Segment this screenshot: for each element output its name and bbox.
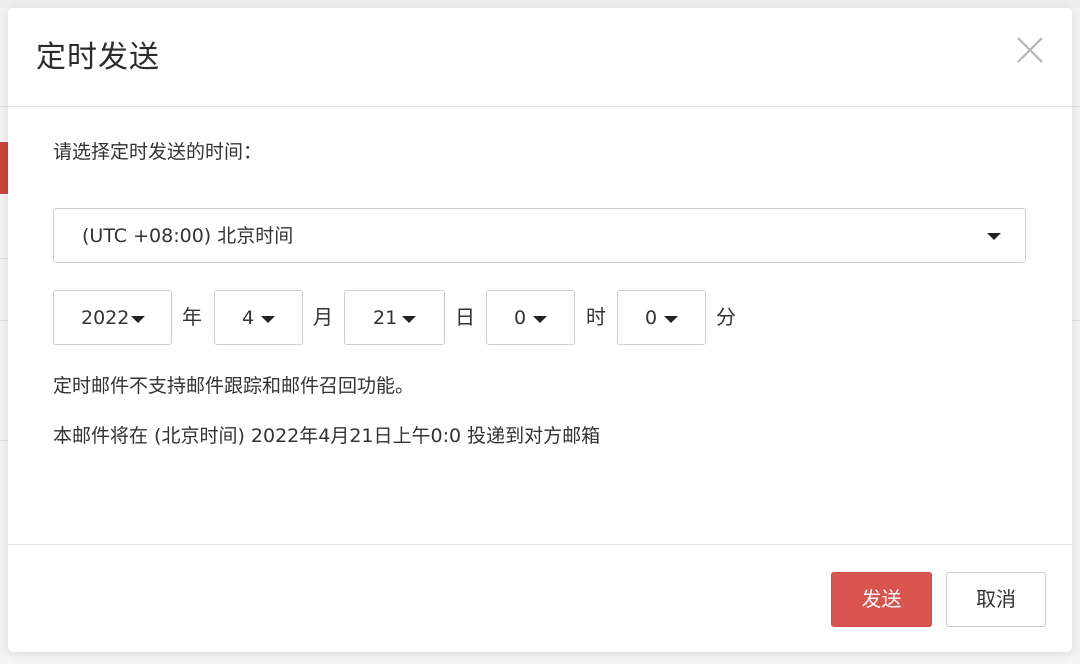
minute-value: 0 [645,307,658,329]
timezone-select[interactable]: (UTC +08:00) 北京时间 [53,208,1026,263]
year-value: 2022 [81,307,130,329]
dialog-body: 请选择定时发送的时间： (UTC +08:00) 北京时间 2022 年 4 月… [8,107,1072,544]
background-divider [1072,320,1080,321]
month-value: 4 [242,307,255,329]
schedule-send-dialog: 定时发送 请选择定时发送的时间： (UTC +08:00) 北京时间 2022 … [8,8,1072,652]
dialog-header: 定时发送 [8,8,1072,107]
close-button[interactable] [1014,34,1046,66]
background-active-tab [0,142,8,194]
year-unit-label: 年 [182,305,202,329]
delivery-summary: 本邮件将在 (北京时间) 2022年4月21日上午0:0 投递到对方邮箱 [53,425,601,447]
background-divider [0,106,8,107]
send-button[interactable]: 发送 [831,572,932,627]
minute-select[interactable]: 0 [617,290,706,345]
hour-select[interactable]: 0 [486,290,575,345]
day-value: 21 [373,307,398,329]
month-select[interactable]: 4 [214,290,303,345]
year-select[interactable]: 2022 [53,290,172,345]
prompt-text: 请选择定时发送的时间： [53,141,263,163]
background-footer [0,652,1080,664]
caret-down-icon [402,316,416,323]
hour-value: 0 [514,307,527,329]
caret-down-icon [131,316,145,323]
background-divider [1072,106,1080,107]
day-select[interactable]: 21 [344,290,445,345]
month-unit-label: 月 [313,305,333,329]
background-divider [0,320,8,321]
cancel-button[interactable]: 取消 [946,572,1046,627]
background-divider [0,258,8,259]
timezone-value: (UTC +08:00) 北京时间 [82,225,294,247]
dialog-footer: 发送 取消 [8,544,1072,652]
hour-unit-label: 时 [586,305,606,329]
minute-unit-label: 分 [716,305,736,329]
caret-down-icon [261,316,275,323]
close-icon [1017,37,1043,63]
dialog-title: 定时发送 [36,40,160,75]
caret-down-icon [664,316,678,323]
notice-text: 定时邮件不支持邮件跟踪和邮件召回功能。 [53,375,415,397]
day-unit-label: 日 [455,305,475,329]
background-divider [0,440,8,441]
background-topbar [0,0,1080,8]
caret-down-icon [987,233,1001,240]
caret-down-icon [533,316,547,323]
